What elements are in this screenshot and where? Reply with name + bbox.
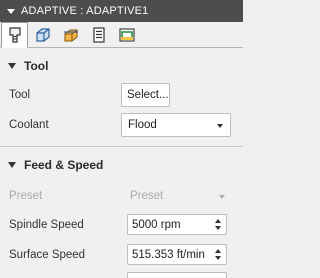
arrow-up-icon[interactable] bbox=[215, 249, 221, 253]
dialog-title-bar[interactable]: ADAPTIVE : ADAPTIVE1 bbox=[0, 0, 243, 22]
preset-select: Preset bbox=[123, 184, 233, 208]
surface-speed-value: 515.353 ft/min bbox=[132, 248, 205, 261]
tab-linking[interactable] bbox=[113, 23, 140, 47]
arrow-down-icon[interactable] bbox=[215, 226, 221, 230]
feed-speed-section-header[interactable]: Feed & Speed bbox=[0, 155, 243, 175]
collapse-triangle-icon[interactable] bbox=[7, 8, 15, 14]
preset-value: Preset bbox=[130, 190, 164, 202]
tool-section-header[interactable]: Tool bbox=[0, 56, 243, 76]
heights-icon bbox=[63, 29, 78, 42]
tab-passes[interactable] bbox=[85, 23, 112, 47]
coolant-value: Flood bbox=[128, 119, 157, 131]
select-tool-button[interactable]: Select... bbox=[121, 83, 170, 107]
expand-triangle-icon bbox=[8, 63, 16, 69]
coolant-label: Coolant bbox=[9, 119, 49, 131]
tool-section-title: Tool bbox=[24, 59, 49, 73]
arrow-down-icon[interactable] bbox=[215, 256, 221, 260]
chevron-down-icon bbox=[219, 195, 225, 199]
chevron-down-icon bbox=[217, 124, 223, 128]
tab-tool[interactable] bbox=[1, 22, 28, 48]
coolant-select[interactable]: Flood bbox=[121, 113, 231, 137]
linking-icon bbox=[118, 28, 135, 42]
arrow-up-icon[interactable] bbox=[215, 219, 221, 223]
spindle-speed-value: 5000 rpm bbox=[132, 218, 181, 231]
expand-triangle-icon bbox=[8, 162, 16, 168]
spinner-arrows-icon[interactable] bbox=[212, 215, 224, 234]
tab-geometry[interactable] bbox=[29, 23, 56, 47]
spindle-speed-label: Spindle Speed bbox=[9, 219, 84, 231]
spindle-speed-input[interactable]: 5000 rpm bbox=[127, 214, 227, 235]
tool-icon bbox=[8, 27, 21, 43]
dialog-title: ADAPTIVE : ADAPTIVE1 bbox=[21, 5, 149, 17]
surface-speed-label: Surface Speed bbox=[9, 249, 86, 261]
geometry-icon bbox=[35, 28, 50, 42]
spinner-arrows-icon[interactable] bbox=[212, 245, 224, 264]
preset-label: Preset bbox=[9, 190, 43, 202]
tab-heights[interactable] bbox=[57, 23, 84, 47]
next-field-input[interactable] bbox=[127, 272, 227, 278]
section-divider bbox=[0, 146, 243, 147]
tab-bar bbox=[0, 22, 243, 48]
feed-speed-section-title: Feed & Speed bbox=[24, 158, 104, 172]
surface-speed-input[interactable]: 515.353 ft/min bbox=[127, 244, 227, 265]
tool-label: Tool bbox=[9, 89, 31, 101]
passes-icon bbox=[92, 27, 105, 43]
